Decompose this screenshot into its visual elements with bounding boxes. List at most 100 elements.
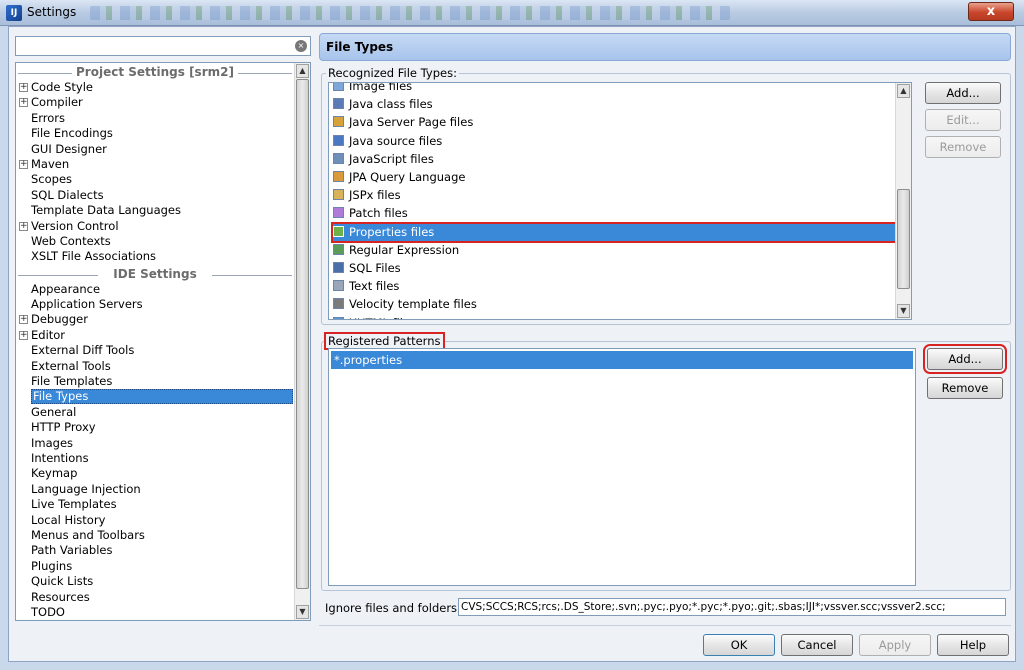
tree-item-language-injection[interactable]: Language Injection <box>16 482 294 497</box>
tree-scrollbar[interactable]: ▲ ▼ <box>294 63 310 620</box>
tree-item-label: Local History <box>31 512 106 527</box>
tree-item-label: External Diff Tools <box>31 343 135 358</box>
help-button[interactable]: Help <box>937 634 1009 656</box>
file-type-row[interactable]: JPA Query Language <box>333 169 901 186</box>
tree-item-file-types[interactable]: File Types <box>16 389 294 405</box>
recognized-file-types-label: Recognized File Types: <box>326 66 459 80</box>
tree-item-maven[interactable]: + Maven <box>16 157 294 172</box>
expand-icon[interactable]: + <box>19 159 28 169</box>
tree-item-sql-dialects[interactable]: SQL Dialects <box>16 188 294 203</box>
jspx-file-icon <box>333 189 344 201</box>
file-types-scrollbar[interactable]: ▲ ▼ <box>895 83 911 319</box>
file-types-list[interactable]: Image files Java class files Java Server P… <box>328 82 912 320</box>
tree-item-compiler[interactable]: + Compiler <box>16 95 294 110</box>
tree-item-xslt-file-associations[interactable]: XSLT File Associations <box>16 249 294 264</box>
file-type-row[interactable]: Patch files <box>333 205 901 222</box>
tree-item-editor[interactable]: + Editor <box>16 328 294 343</box>
file-type-row[interactable]: JSPx files <box>333 187 901 204</box>
tree-item-application-servers[interactable]: Application Servers <box>16 297 294 312</box>
scroll-thumb[interactable] <box>897 189 910 289</box>
tree-item-label: HTTP Proxy <box>31 420 96 435</box>
tree-item-file-templates[interactable]: File Templates <box>16 374 294 389</box>
divider <box>319 625 1011 626</box>
tree-item-file-encodings[interactable]: File Encodings <box>16 126 294 141</box>
tree-item-keymap[interactable]: Keymap <box>16 466 294 481</box>
expand-icon[interactable]: + <box>19 221 28 231</box>
tree-item-general[interactable]: General <box>16 405 294 420</box>
file-type-row[interactable]: JavaScript files <box>333 151 901 168</box>
tree-item-label: Code Style <box>31 80 93 94</box>
apply-button[interactable]: Apply <box>859 634 931 656</box>
tree-item-local-history[interactable]: Local History <box>16 513 294 528</box>
tree-item-plugins[interactable]: Plugins <box>16 559 294 574</box>
tree-item-http-proxy[interactable]: HTTP Proxy <box>16 420 294 435</box>
tree-item-todo[interactable]: TODO <box>16 605 294 620</box>
expand-icon[interactable]: + <box>19 330 28 340</box>
app-icon: IJ <box>6 5 22 21</box>
scroll-thumb[interactable] <box>296 79 309 589</box>
tree-item-label: Version Control <box>31 218 119 233</box>
add-pattern-button[interactable]: Add... <box>923 344 1007 374</box>
file-type-row[interactable]: XHTML files <box>333 315 901 319</box>
scroll-down-icon[interactable]: ▼ <box>296 605 309 619</box>
file-type-row[interactable]: Velocity template files <box>333 296 901 313</box>
file-type-label: Text files <box>349 279 400 294</box>
ok-button[interactable]: OK <box>703 634 775 656</box>
remove-file-type-button[interactable]: Remove <box>925 136 1001 158</box>
ignore-files-input[interactable]: CVS;SCCS;RCS;rcs;.DS_Store;.svn;.pyc;.py… <box>458 598 1006 616</box>
tree-item-errors[interactable]: Errors <box>16 111 294 126</box>
tree-item-label: Compiler <box>31 95 83 110</box>
file-type-row[interactable]: Java source files <box>333 133 901 150</box>
expand-icon[interactable]: + <box>19 315 28 325</box>
remove-pattern-button[interactable]: Remove <box>927 377 1003 399</box>
tree-item-label: Images <box>31 435 74 450</box>
tree-item-label: File Templates <box>31 374 113 389</box>
tree-item-images[interactable]: Images <box>16 436 294 451</box>
tree-item-label: Resources <box>31 589 90 604</box>
tree-item-debugger[interactable]: + Debugger <box>16 312 294 327</box>
file-type-row[interactable]: Java Server Page files <box>333 114 901 131</box>
file-type-row[interactable]: Image files <box>333 82 901 95</box>
file-type-label: Image files <box>349 82 413 93</box>
scroll-up-icon[interactable]: ▲ <box>897 84 910 98</box>
tree-item-appearance[interactable]: Appearance <box>16 282 294 297</box>
scroll-up-icon[interactable]: ▲ <box>296 64 309 78</box>
file-type-row[interactable]: Java class files <box>333 96 901 113</box>
tree-item-path-variables[interactable]: Path Variables <box>16 543 294 558</box>
file-type-row[interactable]: Properties files <box>331 221 903 243</box>
tree-item-gui-designer[interactable]: GUI Designer <box>16 142 294 157</box>
jsp-file-icon <box>333 116 344 128</box>
tree-item-menus-and-toolbars[interactable]: Menus and Toolbars <box>16 528 294 543</box>
file-type-label: Java Server Page files <box>349 115 474 130</box>
scroll-down-icon[interactable]: ▼ <box>897 304 910 318</box>
file-type-row[interactable]: Text files <box>333 278 901 295</box>
tree-item-external-tools[interactable]: External Tools <box>16 359 294 374</box>
tree-item-quick-lists[interactable]: Quick Lists <box>16 574 294 589</box>
properties-file-icon <box>333 225 344 237</box>
clear-icon[interactable]: × <box>295 40 307 52</box>
file-type-row[interactable]: Regular Expression <box>333 242 901 259</box>
file-type-row[interactable]: SQL Files <box>333 260 901 277</box>
expand-icon[interactable]: + <box>19 83 28 92</box>
settings-tree[interactable]: Project Settings [srm2] + Code Style + Comp… <box>15 62 311 621</box>
search-input[interactable]: × <box>15 36 311 56</box>
regex-icon <box>333 243 344 255</box>
expand-icon[interactable]: + <box>19 98 28 108</box>
tree-item-template-data-languages[interactable]: Template Data Languages <box>16 203 294 218</box>
tree-item-web-contexts[interactable]: Web Contexts <box>16 234 294 249</box>
ignore-files-label: Ignore files and folders: <box>325 601 461 615</box>
tree-item-scopes[interactable]: Scopes <box>16 172 294 187</box>
tree-item-resources[interactable]: Resources <box>16 590 294 605</box>
tree-item-code-style[interactable]: + Code Style <box>16 80 294 95</box>
pattern-row[interactable]: *.properties <box>331 351 913 369</box>
tree-item-version-control[interactable]: + Version Control <box>16 219 294 234</box>
tree-item-external-diff-tools[interactable]: External Diff Tools <box>16 343 294 358</box>
file-type-label: XHTML files <box>349 316 416 319</box>
cancel-button[interactable]: Cancel <box>781 634 853 656</box>
add-file-type-button[interactable]: Add... <box>925 82 1001 104</box>
close-button[interactable]: x <box>968 2 1014 21</box>
tree-item-live-templates[interactable]: Live Templates <box>16 497 294 512</box>
patterns-list[interactable]: *.properties <box>328 348 916 586</box>
tree-item-intentions[interactable]: Intentions <box>16 451 294 466</box>
edit-file-type-button[interactable]: Edit... <box>925 109 1001 131</box>
